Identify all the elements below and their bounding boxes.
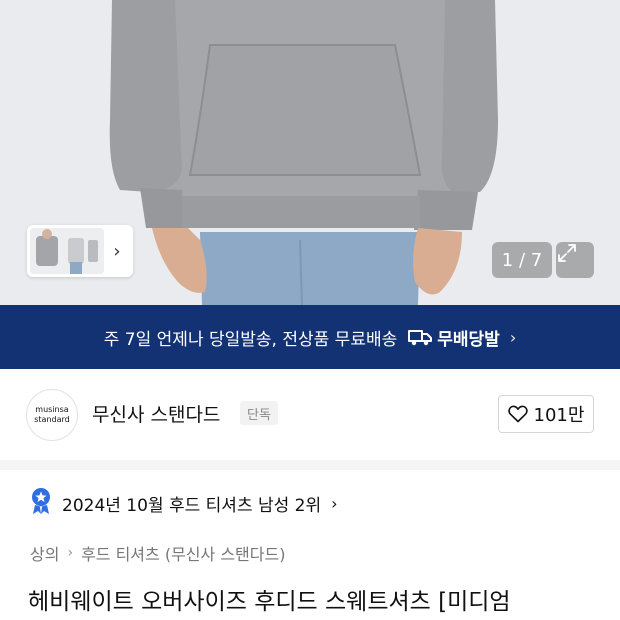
heart-icon	[507, 405, 528, 423]
brand-logo[interactable]: musinsa standard	[26, 389, 78, 441]
chevron-right-icon[interactable]: ›	[104, 228, 130, 274]
brand-like-button[interactable]: 101만	[498, 395, 594, 433]
thumbnail-image[interactable]	[30, 228, 104, 274]
like-count: 101만	[533, 405, 585, 426]
product-image-gallery[interactable]: › 1 / 7	[0, 0, 620, 305]
breadcrumb: 상의 › 후드 티셔츠 (무신사 스탠다드)	[30, 540, 285, 566]
ranking-text: 2024년 10월 후드 티셔츠 남성 2위	[62, 495, 322, 516]
free-delivery-logo: 무배당발	[407, 325, 500, 350]
delivery-truck-icon	[408, 330, 433, 346]
exclusive-badge: 단독	[240, 401, 278, 425]
chevron-right-icon: ›	[509, 327, 517, 347]
section-divider	[0, 460, 620, 470]
breadcrumb-item-hoodie[interactable]: 후드 티셔츠 (무신사 스탠다드)	[81, 541, 285, 565]
free-delivery-logo-text: 무배당발	[437, 329, 500, 350]
thumbnail-strip[interactable]: ›	[27, 225, 133, 277]
shipping-banner[interactable]: 주 7일 언제나 당일발송, 전상품 무료배송 무배당발 ›	[0, 305, 620, 369]
product-title: 헤비웨이트 오버사이즈 후디드 스웨트셔츠 [미디엄	[28, 589, 511, 615]
brand-row: musinsa standard 무신사 스탠다드 단독 101만	[0, 370, 620, 458]
image-counter: 1 / 7	[492, 242, 552, 278]
ranking-link[interactable]: 2024년 10월 후드 티셔츠 남성 2위 ›	[30, 487, 338, 520]
brand-name[interactable]: 무신사 스탠다드	[92, 400, 220, 427]
brand-logo-line1: musinsa	[35, 405, 69, 414]
shipping-banner-text: 주 7일 언제나 당일발송, 전상품 무료배송	[103, 329, 398, 350]
ranking-medal-icon	[30, 487, 52, 520]
breadcrumb-item-top[interactable]: 상의	[30, 541, 59, 565]
breadcrumb-separator: ›	[67, 545, 74, 561]
expand-icon[interactable]	[556, 242, 594, 278]
brand-logo-line2: standard	[34, 415, 70, 424]
chevron-right-icon: ›	[331, 493, 338, 513]
